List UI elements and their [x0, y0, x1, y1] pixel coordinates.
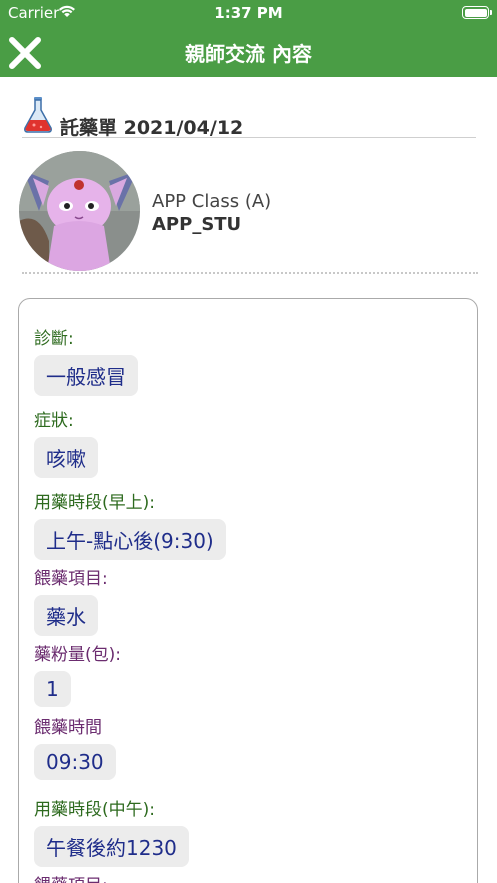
- status-time: 1:37 PM: [214, 4, 283, 22]
- field-label: 餵藥項目:: [34, 871, 108, 883]
- record-header: 託藥單 2021/04/12: [22, 96, 476, 139]
- page-title: 親師交流 內容: [185, 42, 312, 66]
- field-symptom: 症狀: 咳嗽: [34, 406, 98, 478]
- field-diagnosis: 診斷: 一般感冒: [34, 324, 138, 396]
- field-medication-item: 餵藥項目: 藥水: [34, 564, 108, 636]
- field-label: 症狀:: [34, 411, 74, 431]
- field-powder-amount: 藥粉量(包): 1: [34, 640, 121, 707]
- divider: [22, 272, 478, 274]
- field-label: 藥粉量(包):: [34, 645, 121, 665]
- record-title: 託藥單 2021/04/12: [60, 117, 244, 139]
- field-label: 餵藥時間: [34, 718, 102, 738]
- field-medication-item-noon: 餵藥項目:: [34, 871, 108, 883]
- field-noon-period: 用藥時段(中午): 午餐後約1230: [34, 795, 189, 867]
- nav-bar: 親師交流 內容: [0, 26, 497, 77]
- avatar: [19, 151, 140, 271]
- student-id: APP_STU: [152, 214, 242, 235]
- field-label: 用藥時段(中午):: [34, 800, 155, 820]
- field-value: 一般感冒: [34, 355, 138, 396]
- status-bar: Carrier 1:37 PM: [0, 0, 497, 26]
- field-label: 餵藥項目:: [34, 569, 108, 589]
- class-name: APP Class (A): [152, 191, 272, 212]
- field-value: 咳嗽: [34, 437, 98, 478]
- field-value: 09:30: [34, 744, 116, 780]
- field-value: 上午-點心後(9:30): [34, 519, 226, 560]
- battery-icon: [462, 6, 492, 19]
- field-label: 用藥時段(早上):: [34, 493, 155, 513]
- field-value: 1: [34, 671, 71, 707]
- top-bar: Carrier 1:37 PM 親師交流 內容: [0, 0, 497, 77]
- field-value: 午餐後約1230: [34, 826, 189, 867]
- flask-icon: [22, 96, 54, 134]
- field-label: 診斷:: [34, 329, 74, 349]
- medication-card: 診斷: 一般感冒 症狀: 咳嗽 用藥時段(早上): 上午-點心後(9:30) 餵…: [18, 298, 478, 883]
- field-value: 藥水: [34, 595, 98, 636]
- field-morning-period: 用藥時段(早上): 上午-點心後(9:30): [34, 488, 226, 560]
- field-medication-time: 餵藥時間 09:30: [34, 713, 116, 780]
